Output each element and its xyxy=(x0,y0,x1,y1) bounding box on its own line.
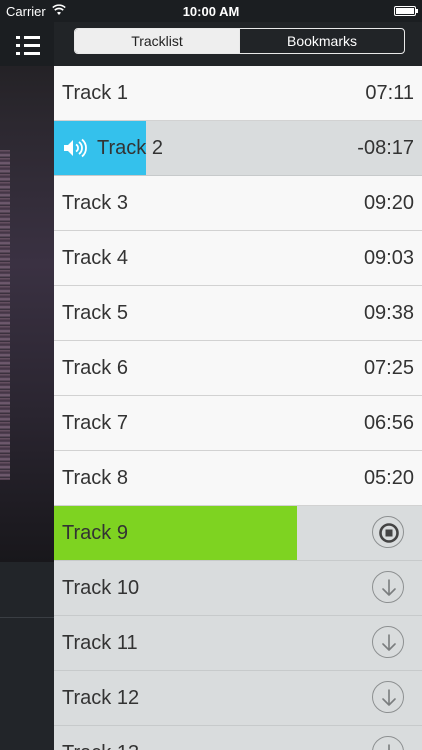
track-title: Track 7 xyxy=(62,412,128,434)
track-row[interactable]: Track 5 09:38 xyxy=(54,286,422,341)
track-row[interactable]: Track 12 xyxy=(54,671,422,726)
speaker-icon xyxy=(64,138,87,158)
track-row-playing[interactable]: Track 2 -08:17 xyxy=(54,121,422,176)
track-title: Track 2 xyxy=(97,137,163,159)
side-divider xyxy=(0,617,54,618)
track-row[interactable]: Track 1 07:11 xyxy=(54,66,422,121)
track-title: Track 9 xyxy=(62,522,128,544)
track-duration: 05:20 xyxy=(363,467,414,489)
download-button[interactable] xyxy=(372,571,404,603)
track-title: Track 12 xyxy=(62,687,140,709)
download-icon xyxy=(382,634,396,651)
segmented-control: Tracklist Bookmarks xyxy=(74,28,405,54)
track-list: Track 1 07:11 Track 2 -08:17 Track 3 09:… xyxy=(54,66,422,750)
stop-icon xyxy=(379,523,399,543)
track-title: Track 11 xyxy=(62,632,138,654)
download-button[interactable] xyxy=(372,626,404,658)
track-title: Track 3 xyxy=(62,192,128,214)
track-row[interactable]: Track 6 07:25 xyxy=(54,341,422,396)
track-duration: 09:38 xyxy=(363,302,414,324)
track-row[interactable]: Track 11 xyxy=(54,616,422,671)
track-row[interactable]: Track 10 xyxy=(54,561,422,616)
track-row-downloading[interactable]: Track 9 xyxy=(54,506,422,561)
download-icon xyxy=(388,744,390,750)
track-duration: 09:20 xyxy=(363,192,414,214)
track-row[interactable]: Track 7 06:56 xyxy=(54,396,422,451)
track-title: Track 8 xyxy=(62,467,128,489)
track-duration: 07:25 xyxy=(363,357,414,379)
track-title: Track 1 xyxy=(62,82,128,104)
download-icon xyxy=(382,579,396,596)
menu-button[interactable] xyxy=(16,34,40,56)
player-controls-area xyxy=(0,562,54,750)
player-side-panel xyxy=(0,22,54,750)
track-title: Track 5 xyxy=(62,302,128,324)
track-row[interactable]: Track 4 09:03 xyxy=(54,231,422,286)
download-button[interactable] xyxy=(372,736,404,750)
track-title: Track 4 xyxy=(62,247,128,269)
track-duration: 07:11 xyxy=(365,82,414,104)
download-button[interactable] xyxy=(372,681,404,713)
track-duration: 06:56 xyxy=(363,412,414,434)
stop-download-button[interactable] xyxy=(372,516,404,548)
track-title: Track 13 xyxy=(62,726,139,750)
list-header: Tracklist Bookmarks xyxy=(54,22,422,66)
tab-tracklist[interactable]: Tracklist xyxy=(75,29,239,53)
status-time: 10:00 AM xyxy=(182,4,240,19)
track-row[interactable]: Track 3 09:20 xyxy=(54,176,422,231)
album-artwork xyxy=(0,66,54,562)
track-title: Track 6 xyxy=(62,357,128,379)
track-duration: 09:03 xyxy=(363,247,414,269)
track-title: Track 10 xyxy=(62,577,140,599)
download-icon xyxy=(382,689,396,706)
artwork-texture xyxy=(0,150,10,480)
side-header xyxy=(0,22,54,66)
track-row[interactable]: Track 13 xyxy=(54,726,422,750)
track-remaining-time: -08:17 xyxy=(357,137,414,159)
track-row[interactable]: Track 8 05:20 xyxy=(54,451,422,506)
status-bar: Carrier 10:00 AM xyxy=(0,0,422,22)
battery-icon xyxy=(394,6,418,16)
tab-bookmarks[interactable]: Bookmarks xyxy=(239,29,404,53)
